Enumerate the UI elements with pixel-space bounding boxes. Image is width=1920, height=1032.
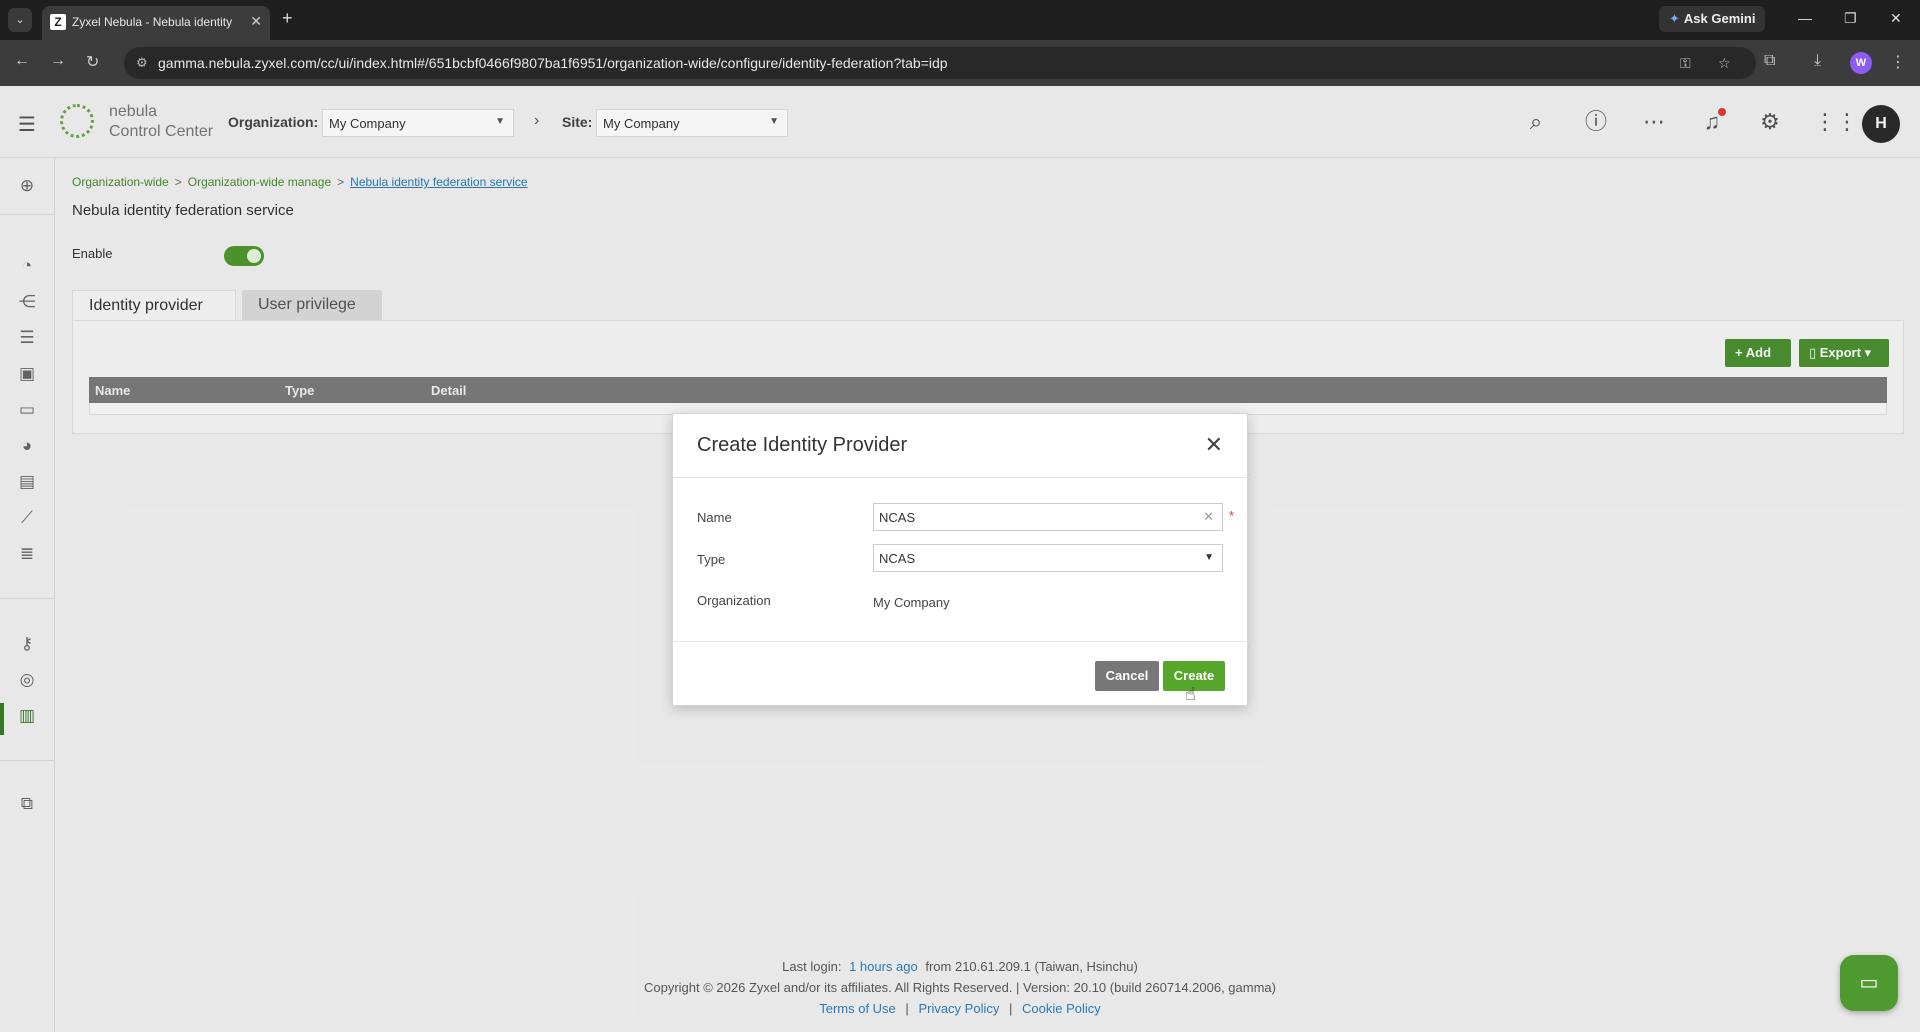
footer-divider: | [1008, 1001, 1013, 1016]
reload-icon[interactable]: ↻ [86, 52, 99, 72]
footer-links: Terms of Use | Privacy Policy | Cookie P… [560, 1001, 1360, 1016]
zyxel-favicon-icon: Z [50, 14, 66, 30]
site-info-icon[interactable]: ⚙ [136, 55, 148, 71]
modal-divider [673, 477, 1249, 478]
browser-address-bar: ← → ↻ ⚙ gamma.nebula.zyxel.com/cc/ui/ind… [0, 40, 1920, 86]
chevron-down-icon: ▼ [1204, 552, 1214, 563]
minimize-icon[interactable]: — [1798, 10, 1812, 26]
close-icon[interactable]: ✕ [1205, 432, 1223, 458]
browser-tab[interactable]: Z Zyxel Nebula - Nebula identity ✕ [42, 6, 270, 40]
url-field[interactable]: ⚙ gamma.nebula.zyxel.com/cc/ui/index.htm… [124, 47, 1756, 79]
gemini-sparkle-icon: ✦ [1669, 11, 1680, 26]
cancel-button[interactable]: Cancel [1095, 661, 1159, 691]
ask-gemini-button[interactable]: ✦ Ask Gemini [1659, 6, 1765, 32]
name-label: Name [697, 510, 732, 525]
browser-profile-avatar[interactable]: W [1850, 52, 1872, 74]
organization-label: Organization [697, 593, 771, 608]
url-text: gamma.nebula.zyxel.com/cc/ui/index.html#… [158, 55, 948, 71]
password-key-icon[interactable]: ⚿ [1680, 55, 1691, 72]
tab-search-icon[interactable]: ⌄ [8, 8, 32, 32]
name-input-value: NCAS [879, 510, 916, 525]
last-login-prefix: Last login: [782, 959, 842, 974]
modal-divider [673, 641, 1249, 642]
type-select[interactable]: NCAS ▼ [873, 544, 1223, 572]
required-asterisk: * [1229, 508, 1235, 523]
last-login-from: from 210.61.209.1 (Taiwan, Hsinchu) [925, 959, 1138, 974]
restore-icon[interactable]: ❐ [1844, 10, 1857, 27]
browser-menu-icon[interactable]: ⋮ [1890, 52, 1906, 72]
browser-tab-bar: ⌄ Z Zyxel Nebula - Nebula identity ✕ + ✦… [0, 0, 1920, 40]
ask-gemini-label: Ask Gemini [1683, 11, 1756, 26]
cookie-link[interactable]: Cookie Policy [1022, 1001, 1101, 1016]
back-icon[interactable]: ← [14, 52, 30, 70]
privacy-link[interactable]: Privacy Policy [918, 1001, 999, 1016]
tab-title: Zyxel Nebula - Nebula identity [72, 15, 233, 29]
new-tab-icon[interactable]: + [282, 8, 293, 29]
last-login-time-link[interactable]: 1 hours ago [849, 959, 918, 974]
bookmark-star-icon[interactable]: ☆ [1718, 55, 1731, 72]
close-tab-icon[interactable]: ✕ [250, 13, 262, 30]
type-select-value: NCAS [879, 551, 916, 566]
modal-title: Create Identity Provider [697, 434, 908, 456]
organization-value: My Company [873, 595, 950, 610]
terms-link[interactable]: Terms of Use [819, 1001, 896, 1016]
footer-divider: | [905, 1001, 909, 1016]
close-window-icon[interactable]: ✕ [1890, 10, 1902, 27]
copyright-text: Copyright © 2026 Zyxel and/or its affili… [643, 980, 1276, 995]
download-icon[interactable]: ⤓ [1814, 52, 1821, 70]
extensions-icon[interactable]: ⧉ [1764, 52, 1775, 70]
chat-icon[interactable]: ▭ [1840, 955, 1898, 1011]
last-login-line: Last login: 1 hours ago from 210.61.209.… [560, 959, 1360, 974]
mouse-cursor-icon: ☝ [1185, 684, 1196, 704]
forward-icon[interactable]: → [50, 52, 66, 70]
create-identity-provider-modal: Create Identity Provider ✕ Name NCAS ✕ *… [672, 413, 1249, 706]
clear-input-icon[interactable]: ✕ [1203, 509, 1214, 525]
type-label: Type [697, 552, 726, 567]
name-input[interactable]: NCAS ✕ [873, 503, 1223, 531]
